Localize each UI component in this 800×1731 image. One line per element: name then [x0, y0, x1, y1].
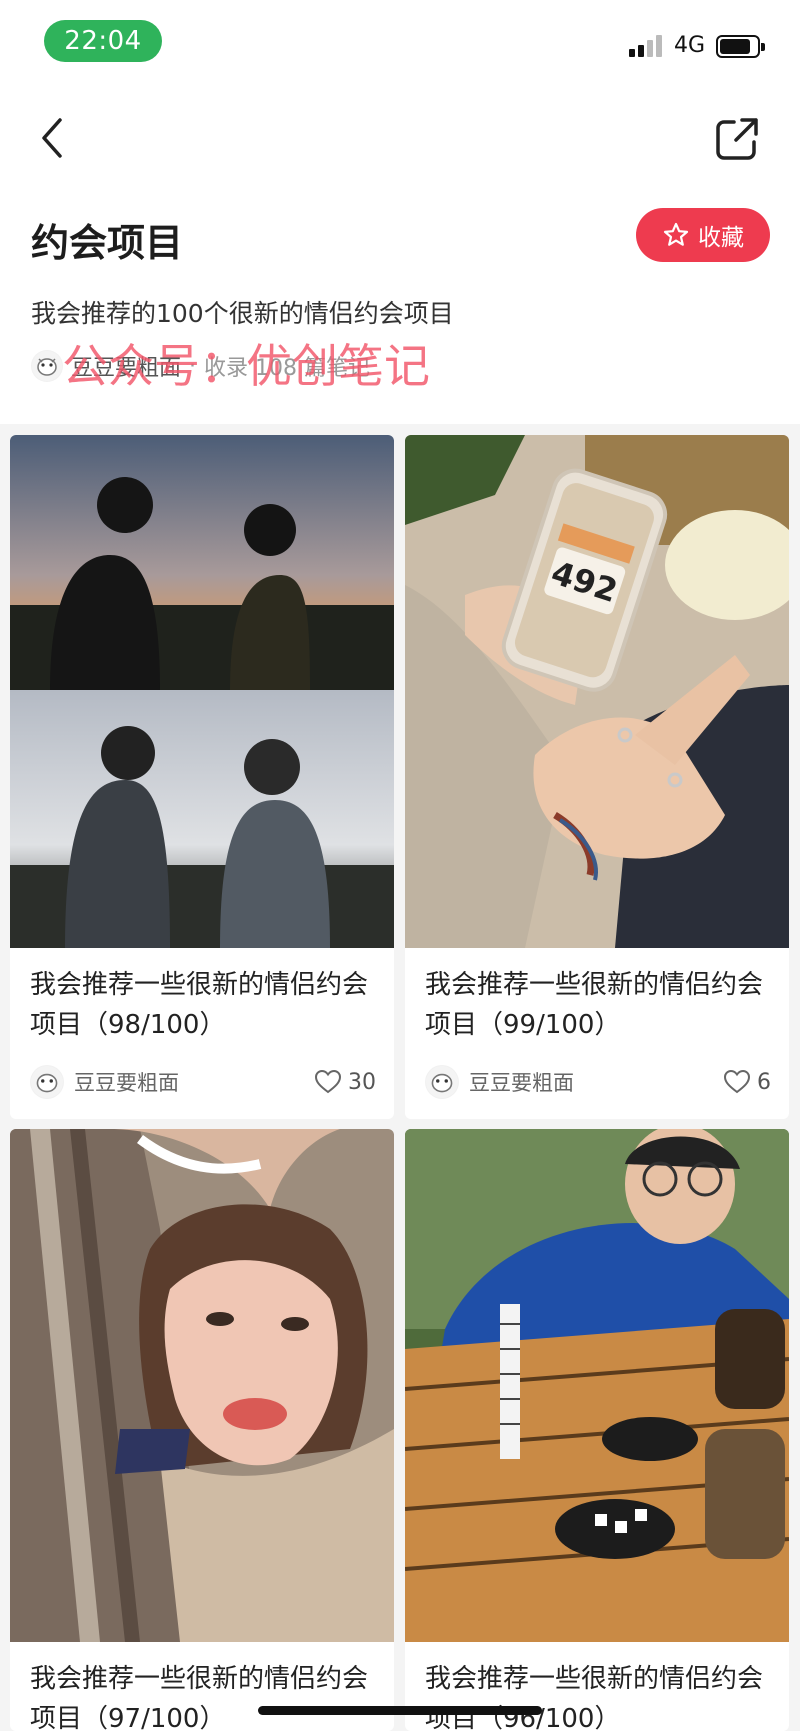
back-button[interactable] [30, 110, 78, 166]
collection-header: 约会项目 收藏 我会推荐的100个很新的情侣约会项目 豆豆要粗面 · 收录 10… [0, 84, 800, 424]
status-bar: 22:04 4G [0, 0, 800, 84]
note-author-avatar[interactable] [30, 1065, 64, 1099]
signal-icon [629, 35, 665, 57]
collect-button-label: 收藏 [698, 225, 744, 251]
note-cover-image [10, 1129, 394, 1642]
like-button[interactable]: 6 [723, 1069, 771, 1095]
note-title: 我会推荐一些很新的情侣约会项目（96/100） [425, 1664, 764, 1731]
share-button[interactable] [710, 110, 766, 166]
home-indicator[interactable] [258, 1706, 542, 1715]
battery-icon [716, 35, 765, 58]
network-label: 4G [674, 33, 706, 58]
meta-separator: · [189, 353, 197, 379]
note-title: 我会推荐一些很新的情侣约会项目（99/100） [425, 970, 764, 1040]
note-author-avatar[interactable] [425, 1065, 459, 1099]
collection-description: 我会推荐的100个很新的情侣约会项目 [31, 299, 454, 328]
heart-outline-icon [723, 1069, 751, 1094]
like-button[interactable]: 30 [314, 1069, 376, 1095]
note-author-name[interactable]: 豆豆要粗面 [469, 1067, 723, 1097]
doodle-avatar-icon [32, 351, 62, 381]
note-cover-image [10, 435, 394, 948]
note-card[interactable]: 492 我会推荐一些很新的情侣约会项目（99/100） 豆豆要粗面 6 [405, 435, 789, 1119]
note-footer: 豆豆要粗面 6 [425, 1062, 771, 1102]
collect-button[interactable]: 收藏 [636, 208, 770, 262]
author-name[interactable]: 豆豆要粗面 [71, 350, 181, 382]
note-card[interactable]: 我会推荐一些很新的情侣约会项目（96/100） [405, 1129, 789, 1731]
doodle-avatar-icon [426, 1066, 458, 1098]
note-title: 我会推荐一些很新的情侣约会项目（97/100） [30, 1664, 369, 1731]
note-card[interactable]: 我会推荐一些很新的情侣约会项目（97/100） [10, 1129, 394, 1731]
collection-meta: 豆豆要粗面 · 收录 108 篇笔记 [31, 346, 370, 386]
collection-page: 22:04 4G 约会项目 收藏 我会推荐的100个很新的情侣约会项目 豆豆要粗… [0, 0, 800, 1731]
note-author-name[interactable]: 豆豆要粗面 [74, 1067, 314, 1097]
star-outline-icon [663, 222, 689, 246]
like-count: 30 [348, 1069, 376, 1095]
note-footer: 豆豆要粗面 30 [30, 1062, 376, 1102]
collection-title: 约会项目 [31, 221, 184, 265]
note-count: 收录 108 篇笔记 [204, 356, 370, 381]
like-count: 6 [757, 1069, 771, 1095]
note-title: 我会推荐一些很新的情侣约会项目（98/100） [30, 970, 369, 1040]
share-external-icon [716, 118, 758, 160]
note-cover-image: 492 [405, 435, 789, 948]
doodle-avatar-icon [31, 1066, 63, 1098]
note-card[interactable]: 我会推荐一些很新的情侣约会项目（98/100） 豆豆要粗面 30 [10, 435, 394, 1119]
note-cover-image [405, 1129, 789, 1642]
heart-outline-icon [314, 1069, 342, 1094]
author-avatar[interactable] [31, 350, 63, 382]
status-time: 22:04 [44, 20, 162, 62]
chevron-left-icon [42, 118, 62, 158]
